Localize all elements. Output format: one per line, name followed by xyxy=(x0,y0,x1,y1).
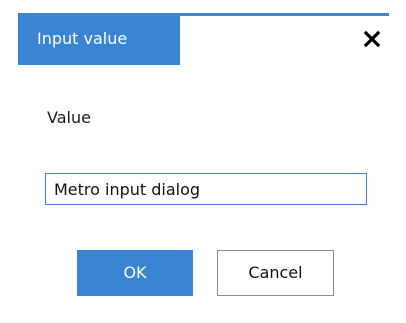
dialog-title: Input value xyxy=(18,13,180,65)
close-icon[interactable] xyxy=(360,27,384,51)
input-dialog: Input value Value OK Cancel xyxy=(0,0,406,323)
value-label: Value xyxy=(47,108,91,127)
ok-button[interactable]: OK xyxy=(77,250,193,296)
cancel-button[interactable]: Cancel xyxy=(217,250,334,296)
value-input[interactable] xyxy=(45,173,367,205)
